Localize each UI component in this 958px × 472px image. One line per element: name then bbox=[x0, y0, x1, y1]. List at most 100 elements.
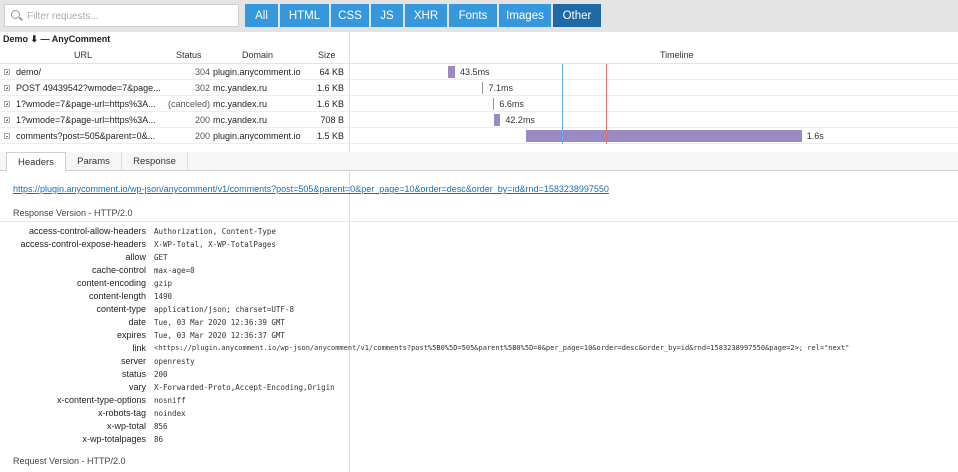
tab-response[interactable]: Response bbox=[122, 152, 188, 171]
expand-icon[interactable] bbox=[4, 85, 10, 91]
request-status: 302 bbox=[194, 83, 210, 93]
request-row[interactable]: 1?wmode=7&page-url=https%3A... (canceled… bbox=[0, 96, 958, 112]
column-header-size[interactable]: Size bbox=[318, 50, 336, 60]
column-header-domain[interactable]: Domain bbox=[242, 50, 273, 60]
request-row[interactable]: POST 49439542?wmode=7&page... 302 mc.yan… bbox=[0, 80, 958, 96]
request-domain: plugin.anycomment.io bbox=[213, 67, 301, 77]
header-value: application/json; charset=UTF-8 bbox=[154, 305, 294, 314]
header-name: access-control-allow-headers bbox=[28, 226, 146, 236]
header-value: noindex bbox=[154, 409, 186, 418]
header-value: X-Forwarded-Proto,Accept-Encoding,Origin bbox=[154, 383, 335, 392]
header-name: expires bbox=[116, 330, 146, 340]
request-status: 200 bbox=[194, 131, 210, 141]
detail-tabs: Headers Params Response bbox=[0, 152, 958, 172]
header-name: date bbox=[128, 317, 146, 327]
header-name: access-control-expose-headers bbox=[20, 239, 146, 249]
request-row[interactable]: comments?post=505&parent=0&... 200 plugi… bbox=[0, 128, 958, 144]
header-value: <https://plugin.anycomment.io/wp-json/an… bbox=[154, 344, 850, 352]
timeline-bar bbox=[493, 98, 495, 110]
timeline-bar bbox=[447, 66, 456, 78]
filter-other-button[interactable]: Other bbox=[553, 4, 601, 27]
timeline-bar bbox=[525, 130, 802, 142]
header-name: x-wp-total bbox=[106, 421, 146, 431]
timeline-label: 7.1ms bbox=[488, 83, 513, 93]
timeline-label: 1.6s bbox=[806, 131, 824, 141]
section-separator bbox=[0, 221, 958, 222]
column-header-status[interactable]: Status bbox=[176, 50, 202, 60]
header-name: x-robots-tag bbox=[97, 408, 146, 418]
header-value: 1490 bbox=[154, 292, 173, 301]
request-version-heading: Request Version - HTTP/2.0 bbox=[13, 456, 126, 466]
header-value: max-age=0 bbox=[154, 266, 195, 275]
header-value: 86 bbox=[154, 435, 164, 444]
response-headers-list: access-control-allow-headers Authorizati… bbox=[0, 226, 958, 448]
filter-js-button[interactable]: JS bbox=[371, 4, 403, 27]
request-size: 708 B bbox=[320, 115, 344, 125]
request-status: 304 bbox=[194, 67, 210, 77]
filter-html-button[interactable]: HTML bbox=[280, 4, 329, 27]
header-name: allow bbox=[125, 252, 146, 262]
expand-icon[interactable] bbox=[4, 101, 10, 107]
header-value: Authorization, Content-Type bbox=[154, 227, 276, 236]
request-size: 64 KB bbox=[319, 67, 344, 77]
request-size: 1.6 KB bbox=[316, 83, 344, 93]
request-url: 1?wmode=7&page-url=https%3A... bbox=[16, 115, 156, 125]
header-value: Tue, 03 Mar 2020 12:36:39 GMT bbox=[154, 318, 285, 327]
search-box[interactable] bbox=[4, 4, 239, 27]
page-title: Demo ⬇ — AnyComment bbox=[3, 34, 111, 44]
filter-fonts-button[interactable]: Fonts bbox=[449, 4, 497, 27]
header-name: content-length bbox=[88, 291, 146, 301]
search-input[interactable] bbox=[25, 8, 234, 25]
header-value: Tue, 03 Mar 2020 12:36:37 GMT bbox=[154, 331, 285, 340]
header-value: GET bbox=[154, 253, 168, 262]
request-url: POST 49439542?wmode=7&page... bbox=[16, 83, 161, 93]
request-url: 1?wmode=7&page-url=https%3A... bbox=[16, 99, 156, 109]
request-url: demo/ bbox=[16, 67, 42, 77]
timeline-label: 43.5ms bbox=[460, 67, 490, 77]
collapse-icon[interactable] bbox=[4, 133, 10, 139]
header-value: 856 bbox=[154, 422, 168, 431]
request-domain: plugin.anycomment.io bbox=[213, 131, 301, 141]
request-domain: mc.yandex.ru bbox=[213, 83, 268, 93]
request-url-link[interactable]: https://plugin.anycomment.io/wp-json/any… bbox=[13, 184, 609, 194]
search-icon bbox=[11, 10, 20, 19]
header-value: X-WP-Total, X-WP-TotalPages bbox=[154, 240, 276, 249]
request-size: 1.6 KB bbox=[316, 99, 344, 109]
header-name: x-content-type-options bbox=[56, 395, 146, 405]
header-name: status bbox=[121, 369, 146, 379]
header-name: vary bbox=[128, 382, 146, 392]
request-size: 1.5 KB bbox=[316, 131, 344, 141]
expand-icon[interactable] bbox=[4, 69, 10, 75]
request-row[interactable]: 1?wmode=7&page-url=https%3A... 200 mc.ya… bbox=[0, 112, 958, 128]
filter-css-button[interactable]: CSS bbox=[331, 4, 369, 27]
tab-params[interactable]: Params bbox=[66, 152, 122, 171]
header-name: content-type bbox=[96, 304, 146, 314]
header-value: openresty bbox=[154, 357, 195, 366]
column-header-timeline[interactable]: Timeline bbox=[660, 50, 694, 60]
request-row[interactable]: demo/ 304 plugin.anycomment.io 64 KB 43.… bbox=[0, 64, 958, 80]
dom-content-loaded-line bbox=[562, 64, 563, 144]
filter-all-button[interactable]: All bbox=[245, 4, 278, 27]
load-event-line bbox=[606, 64, 607, 144]
header-name: x-wp-totalpages bbox=[82, 434, 146, 444]
request-domain: mc.yandex.ru bbox=[213, 115, 268, 125]
response-version-heading: Response Version - HTTP/2.0 bbox=[13, 208, 133, 218]
filter-xhr-button[interactable]: XHR bbox=[405, 4, 447, 27]
expand-icon[interactable] bbox=[4, 117, 10, 123]
header-name: server bbox=[120, 356, 146, 366]
request-status: (canceled) bbox=[167, 99, 210, 109]
timeline-label: 6.6ms bbox=[499, 99, 524, 109]
toolbar: All HTML CSS JS XHR Fonts Images Other bbox=[0, 0, 958, 32]
tab-headers[interactable]: Headers bbox=[6, 152, 66, 172]
column-header-url[interactable]: URL bbox=[74, 50, 92, 60]
timeline-label: 42.2ms bbox=[505, 115, 535, 125]
request-url: comments?post=505&parent=0&... bbox=[16, 131, 156, 141]
timeline-bar bbox=[482, 82, 484, 94]
request-domain: mc.yandex.ru bbox=[213, 99, 268, 109]
header-value: nosniff bbox=[154, 396, 186, 405]
header-value: gzip bbox=[154, 279, 173, 288]
header-name: content-encoding bbox=[76, 278, 146, 288]
filter-images-button[interactable]: Images bbox=[499, 4, 551, 27]
request-status: 200 bbox=[194, 115, 210, 125]
timeline-bar bbox=[493, 114, 501, 126]
